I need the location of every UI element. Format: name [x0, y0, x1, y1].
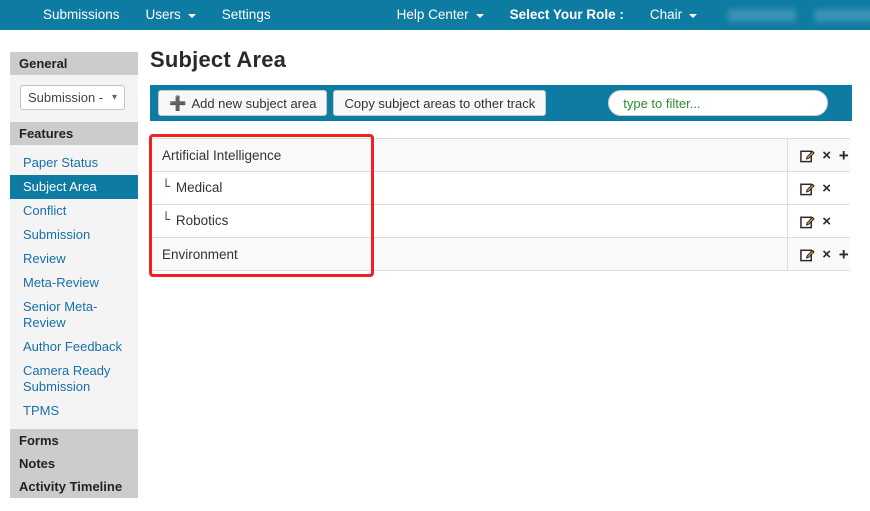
- chevron-down-icon: [187, 14, 196, 18]
- nav-label: Settings: [221, 7, 271, 22]
- redacted-nav-item-1[interactable]: [728, 8, 797, 22]
- chevron-down-icon: [475, 14, 484, 18]
- sidebar-general-body: Submission - ▾: [10, 75, 138, 122]
- nav-item-role-chair[interactable]: Chair: [637, 0, 710, 30]
- sidebar-section-forms[interactable]: Forms: [10, 429, 138, 452]
- nav-item-settings[interactable]: Settings: [209, 0, 284, 30]
- edit-icon-svg: [799, 216, 815, 229]
- page-title: Subject Area: [150, 47, 287, 72]
- nav-item-users[interactable]: Users: [133, 0, 209, 30]
- edit-icon[interactable]: [799, 148, 815, 163]
- add-child-icon[interactable]: +: [839, 147, 849, 164]
- sidebar-item-camera-ready-submission[interactable]: Camera Ready Submission: [10, 359, 138, 399]
- table-row[interactable]: Environment × +: [150, 237, 850, 271]
- nav-item-help-center[interactable]: Help Center: [384, 0, 497, 30]
- row-actions-cell: ×: [786, 204, 850, 238]
- edit-icon[interactable]: [799, 214, 815, 229]
- row-actions-cell: × +: [786, 237, 850, 271]
- copy-subject-areas-button[interactable]: Copy subject areas to other track: [333, 90, 547, 116]
- subject-area-name-cell: Artificial Intelligence: [150, 138, 787, 172]
- redacted-nav-item-2[interactable]: [814, 8, 870, 22]
- tree-branch-icon: └: [162, 179, 171, 195]
- delete-icon[interactable]: ×: [822, 148, 831, 163]
- row-actions-cell: ×: [786, 171, 850, 205]
- sidebar: General Submission - ▾ Features Paper St…: [10, 52, 138, 498]
- delete-icon[interactable]: ×: [822, 247, 831, 262]
- add-button-label: Add new subject area: [191, 95, 317, 111]
- subject-area-name: Environment: [162, 246, 238, 262]
- subject-area-table-body: Artificial Intelligence × + └ Medical × …: [150, 138, 850, 271]
- chevron-down-icon: ▾: [111, 91, 117, 103]
- nav-label: Submissions: [43, 7, 120, 22]
- edit-icon-svg: [799, 183, 815, 196]
- sidebar-features-body: Paper Status Subject Area Conflict Submi…: [10, 145, 138, 429]
- sidebar-item-meta-review[interactable]: Meta-Review: [10, 271, 138, 295]
- track-select-value: Submission -: [28, 90, 104, 105]
- subject-area-name-cell: Environment: [150, 237, 787, 271]
- edit-icon-svg: [799, 249, 815, 262]
- edit-icon[interactable]: [799, 247, 815, 262]
- nav-label: Chair: [649, 7, 683, 22]
- sidebar-item-conflict[interactable]: Conflict: [10, 199, 138, 223]
- sidebar-item-review[interactable]: Review: [10, 247, 138, 271]
- nav-label: Users: [145, 7, 181, 22]
- navbar-right-group: Help Center Select Your Role : Chair: [384, 0, 870, 30]
- delete-icon[interactable]: ×: [822, 214, 831, 229]
- sidebar-item-senior-meta-review[interactable]: Senior Meta-Review: [10, 295, 138, 335]
- nav-label: Help Center: [396, 7, 469, 22]
- sidebar-item-subject-area[interactable]: Subject Area: [10, 175, 138, 199]
- subject-area-name: Robotics: [175, 213, 229, 228]
- sidebar-item-paper-status[interactable]: Paper Status: [10, 151, 138, 175]
- track-select-wrapper: Submission - ▾: [10, 81, 138, 116]
- sidebar-section-general: General: [10, 52, 138, 75]
- add-child-icon[interactable]: +: [839, 246, 849, 263]
- nav-item-submissions[interactable]: Submissions: [30, 0, 133, 30]
- subject-area-name-cell: └ Robotics: [150, 204, 787, 238]
- delete-icon[interactable]: ×: [822, 181, 831, 196]
- table-row[interactable]: Artificial Intelligence × +: [150, 138, 850, 172]
- top-navbar: Submissions Users Settings Help Center S…: [0, 0, 870, 30]
- edit-icon-svg: [799, 150, 815, 163]
- row-actions-cell: × +: [786, 138, 850, 172]
- navbar-left-group: Submissions Users Settings: [30, 0, 284, 30]
- subject-area-table: Artificial Intelligence × + └ Medical × …: [150, 138, 850, 271]
- table-row[interactable]: └ Medical ×: [150, 171, 850, 205]
- plus-icon: ➕: [169, 95, 187, 111]
- sidebar-item-tpms[interactable]: TPMS: [10, 399, 138, 423]
- add-new-subject-area-button[interactable]: ➕ Add new subject area: [158, 90, 328, 116]
- chevron-down-icon: [689, 14, 698, 18]
- edit-icon[interactable]: [799, 181, 815, 196]
- toolbar: ➕ Add new subject area Copy subject area…: [150, 85, 852, 121]
- sidebar-section-features: Features: [10, 122, 138, 145]
- tree-branch-icon: └: [162, 212, 171, 228]
- filter-input[interactable]: [608, 90, 829, 116]
- copy-button-label: Copy subject areas to other track: [344, 95, 536, 111]
- sidebar-section-notes[interactable]: Notes: [10, 452, 138, 475]
- subject-area-name: Medical: [175, 180, 223, 195]
- sidebar-item-author-feedback[interactable]: Author Feedback: [10, 335, 138, 359]
- subject-area-name-cell: └ Medical: [150, 171, 787, 205]
- track-select[interactable]: Submission - ▾: [20, 85, 125, 110]
- nav-label: Select Your Role :: [509, 7, 624, 22]
- sidebar-section-activity-timeline[interactable]: Activity Timeline: [10, 475, 138, 498]
- sidebar-item-submission[interactable]: Submission: [10, 223, 138, 247]
- subject-area-name: Artificial Intelligence: [162, 147, 282, 163]
- select-your-role-label: Select Your Role :: [497, 0, 637, 30]
- table-row[interactable]: └ Robotics ×: [150, 204, 850, 238]
